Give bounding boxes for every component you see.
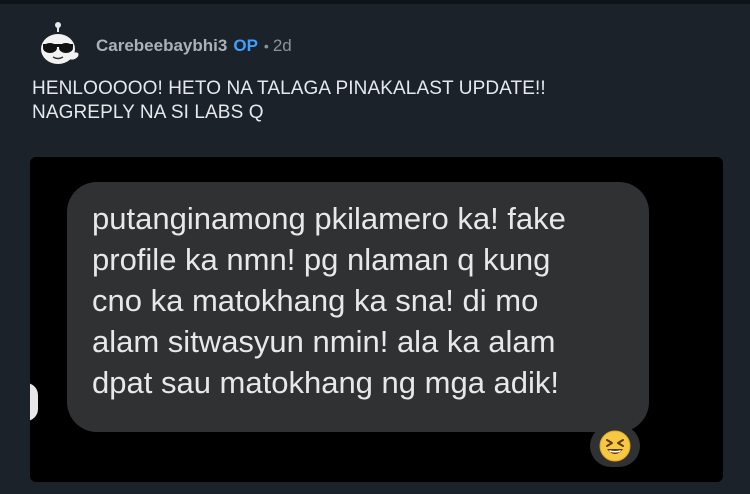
comment-header: Carebeebaybhi3 OP • 2d xyxy=(32,20,292,72)
comment-meta: Carebeebaybhi3 OP • 2d xyxy=(96,36,292,56)
message-line: dpat sau matokhang ng mga adik! xyxy=(92,365,560,400)
message-line: profile ka nmn! pg nlaman q kung xyxy=(92,242,551,277)
message-text: putanginamong pkilamero ka! fake profile… xyxy=(92,198,566,403)
comment-body-line: NAGREPLY NA SI LABS Q xyxy=(32,102,264,123)
op-badge: OP xyxy=(233,36,258,55)
grinning-squinting-face-icon xyxy=(599,430,631,462)
message-reaction xyxy=(590,425,640,467)
comment-body: HENLOOOOO! HETO NA TALAGA PINAKALAST UPD… xyxy=(32,77,732,125)
message-line: cno ka matokhang ka sna! di mo xyxy=(92,283,539,318)
adjacent-bubble-edge xyxy=(30,383,38,421)
top-divider xyxy=(0,0,750,4)
avatar-icon xyxy=(33,21,83,71)
meta-separator: • xyxy=(263,38,269,54)
username-link[interactable]: Carebeebaybhi3 xyxy=(96,36,227,56)
user-avatar[interactable] xyxy=(32,20,84,72)
message-line: alam sitwasyun nmin! ala ka alam xyxy=(92,324,556,359)
comment-image[interactable]: putanginamong pkilamero ka! fake profile… xyxy=(30,157,723,482)
message-bubble: putanginamong pkilamero ka! fake profile… xyxy=(67,182,649,432)
message-line: putanginamong pkilamero ka! fake xyxy=(92,201,566,236)
comment-body-line: HENLOOOOO! HETO NA TALAGA PINAKALAST UPD… xyxy=(32,78,546,99)
comment-age: 2d xyxy=(272,36,292,55)
